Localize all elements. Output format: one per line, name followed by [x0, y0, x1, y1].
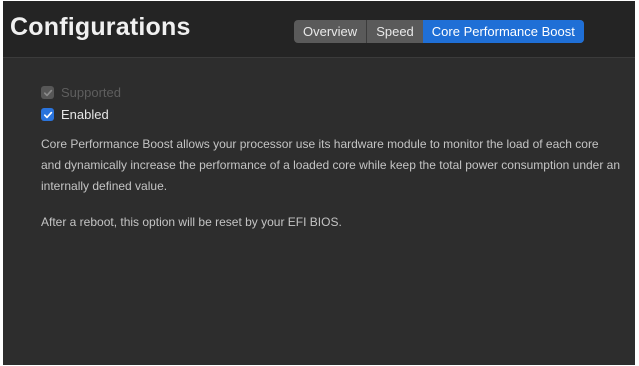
supported-checkbox [41, 86, 54, 99]
supported-option: Supported [41, 85, 121, 100]
page-title: Configurations [10, 13, 191, 41]
tab-bar: Overview Speed Core Performance Boost [294, 20, 584, 43]
checkmark-icon [43, 111, 52, 118]
content-panel: Supported Enabled [3, 57, 635, 365]
title-bar: Configurations Overview Speed Core Perfo… [3, 1, 635, 57]
tab-speed[interactable]: Speed [366, 20, 423, 43]
tab-core-performance-boost[interactable]: Core Performance Boost [422, 20, 584, 43]
checkmark-icon [43, 89, 52, 96]
description-text: Core Performance Boost allows your proce… [41, 137, 621, 193]
tab-overview[interactable]: Overview [294, 20, 366, 43]
configurations-window: Configurations Overview Speed Core Perfo… [3, 1, 635, 365]
supported-label: Supported [61, 85, 121, 100]
enabled-option[interactable]: Enabled [41, 107, 109, 122]
reboot-note: After a reboot, this option will be rese… [41, 215, 342, 229]
enabled-label[interactable]: Enabled [61, 107, 109, 122]
enabled-checkbox[interactable] [41, 108, 54, 121]
